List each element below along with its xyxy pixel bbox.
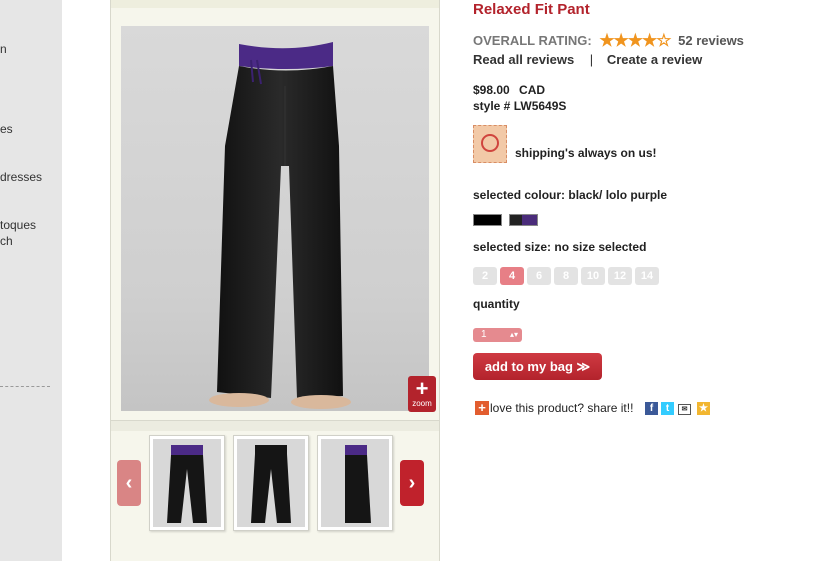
gallery-frame-top xyxy=(111,0,439,8)
zoom-label: zoom xyxy=(412,399,432,408)
sidebar-item-3[interactable]: toques xyxy=(0,218,36,233)
plus-icon: + xyxy=(415,376,429,401)
main-product-photo[interactable] xyxy=(121,26,429,411)
price-currency: CAD xyxy=(519,83,546,97)
size-option-2[interactable]: 2 xyxy=(473,267,497,285)
size-option-14[interactable]: 14 xyxy=(635,267,659,285)
sidebar-decorative-edge xyxy=(62,0,110,561)
category-sidebar: n es dresses toques ch xyxy=(0,0,110,561)
price: $98.00 xyxy=(473,83,510,97)
size-option-4[interactable]: 4 xyxy=(500,267,524,285)
rating-row: OVERALL RATING: ★★★★☆ 52 reviews xyxy=(473,31,744,51)
thumbnail-side[interactable] xyxy=(317,435,393,531)
size-option-12[interactable]: 12 xyxy=(608,267,632,285)
share-text: love this product? share it!! xyxy=(490,401,634,415)
selected-size-label: selected size: no size selected xyxy=(473,240,647,254)
shipping-message: shipping's always on us! xyxy=(515,146,657,160)
stepper-arrows-icon: ▴▾ xyxy=(509,330,518,339)
favorite-star-icon[interactable]: ★ xyxy=(697,402,710,415)
style-number: style # LW5649S xyxy=(473,99,567,113)
sidebar-item-2[interactable]: dresses xyxy=(0,170,42,185)
star-rating-icon: ★★★★☆ xyxy=(599,31,671,50)
add-to-bag-button[interactable]: add to my bag ≫ xyxy=(473,353,602,380)
size-option-10[interactable]: 10 xyxy=(581,267,605,285)
quantity-label: quantity xyxy=(473,297,520,311)
read-all-reviews-link[interactable]: Read all reviews xyxy=(473,52,574,67)
pants-thumbnail-side xyxy=(345,445,371,523)
sidebar-item-1[interactable]: es xyxy=(0,122,13,137)
zoom-button[interactable]: + zoom xyxy=(408,376,436,412)
pants-thumbnail-front xyxy=(167,445,207,523)
overall-rating-label: OVERALL RATING: xyxy=(473,33,592,48)
facebook-icon[interactable]: f xyxy=(645,402,658,415)
product-title: Relaxed Fit Pant xyxy=(473,1,590,18)
sidebar-item-4[interactable]: ch xyxy=(0,234,13,249)
sidebar-item-0[interactable]: n xyxy=(0,42,7,57)
next-thumbnail-button[interactable]: › xyxy=(400,460,424,506)
review-links: Read all reviews | Create a review xyxy=(473,52,702,67)
share-plus-icon[interactable]: + xyxy=(475,401,489,415)
thumbnail-image xyxy=(321,439,389,527)
review-count[interactable]: 52 reviews xyxy=(678,33,744,48)
create-review-link[interactable]: Create a review xyxy=(607,52,702,67)
twitter-icon[interactable]: t xyxy=(661,402,674,415)
colour-swatch-black-lolo-purple[interactable] xyxy=(509,214,538,226)
shipping-stamp-icon xyxy=(473,125,507,163)
sidebar-divider xyxy=(0,386,50,387)
previous-thumbnail-button[interactable]: ‹ xyxy=(117,460,141,506)
gallery-divider xyxy=(111,420,439,431)
pants-illustration xyxy=(209,42,351,409)
thumbnail-front[interactable] xyxy=(149,435,225,531)
size-option-8[interactable]: 8 xyxy=(554,267,578,285)
quantity-value: 1 xyxy=(481,329,487,340)
size-option-6[interactable]: 6 xyxy=(527,267,551,285)
thumbnail-image xyxy=(153,439,221,527)
colour-swatch-black[interactable] xyxy=(473,214,502,226)
price-block: $98.00 CAD style # LW5649S xyxy=(473,82,566,114)
quantity-select[interactable]: 1 ▴▾ xyxy=(473,328,522,342)
thumbnail-image xyxy=(237,439,305,527)
review-links-separator: | xyxy=(589,52,594,67)
pants-thumbnail-back xyxy=(251,445,291,523)
selected-colour-label: selected colour: black/ lolo purple xyxy=(473,188,668,202)
email-icon[interactable]: ✉ xyxy=(678,404,691,415)
thumbnail-back[interactable] xyxy=(233,435,309,531)
